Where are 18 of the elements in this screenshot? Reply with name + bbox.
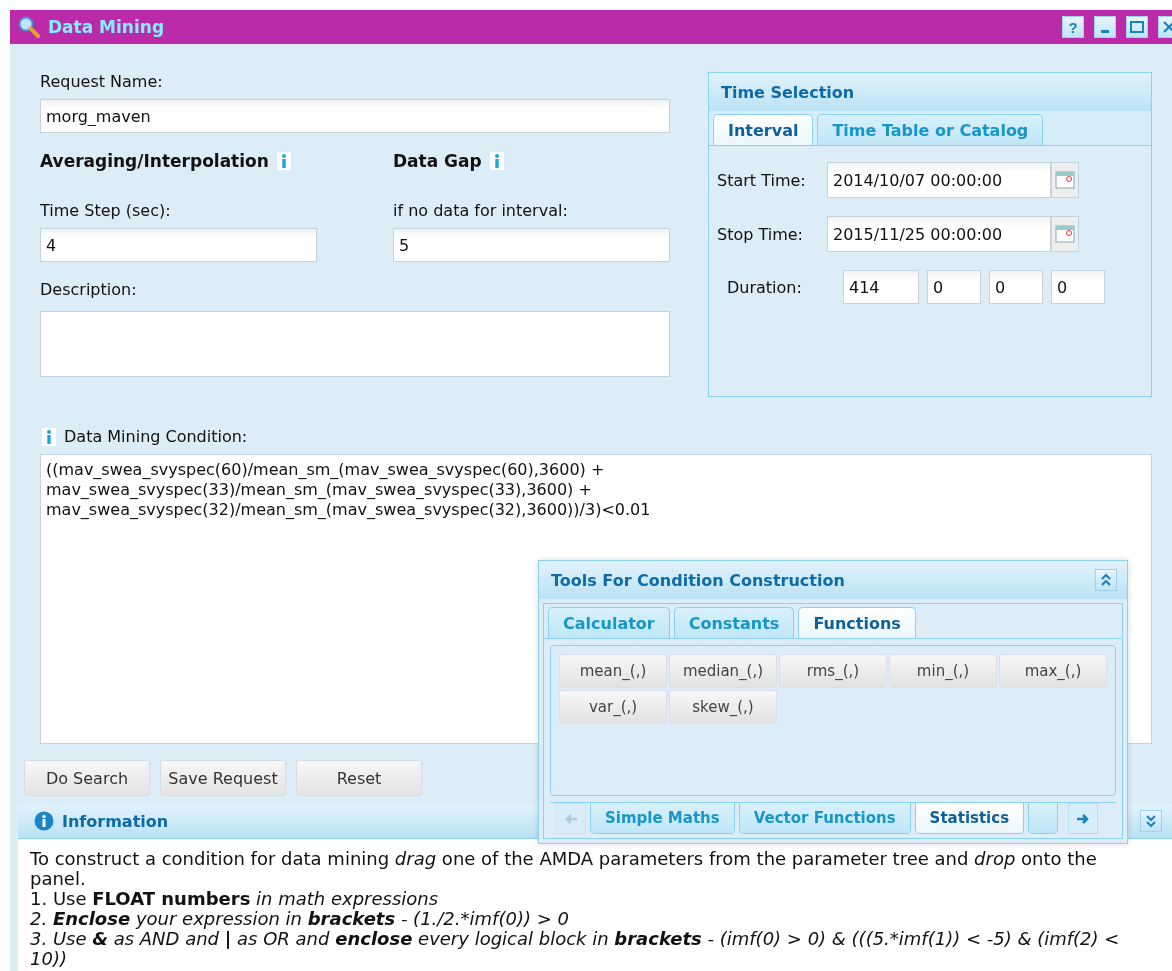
field-label: Request Name: (40, 72, 164, 91)
window-title: Data Mining (48, 17, 166, 37)
panel-title: Tools For Condition Construction (551, 570, 845, 590)
instruction-line: 3. Use & as AND and | as OR and enclose every logical block in brackets - (imf(0) > 0) & (((5.*imf(1)) < -5) & (imf(2) < 10)) (30, 929, 1121, 969)
instruction-line: 2. Enclose your expression in brackets - (1./2.*imf(0)) > 0 (30, 909, 570, 929)
instruction-line: 1. Use FLOAT numbers in math expressions (30, 889, 440, 909)
field-label: if no data for interval: (393, 201, 569, 220)
section-heading: Data Gap (393, 151, 482, 171)
field-label: Duration: (726, 277, 803, 297)
section-heading: Averaging/Interpolation (40, 151, 269, 171)
field-label: Description: (40, 280, 138, 299)
field-label: Stop Time: (717, 224, 804, 244)
panel-title: Time Selection (721, 82, 855, 102)
panel-title: Information (62, 811, 169, 831)
field-label: Data Mining Condition: (64, 427, 248, 446)
field-label: Time Step (sec): (40, 201, 172, 220)
instruction-line: To construct a condition for data mining drag one of the AMDA parameters from the parameter tree and drop onto the panel. (30, 849, 1098, 889)
field-label: Start Time: (717, 170, 807, 190)
